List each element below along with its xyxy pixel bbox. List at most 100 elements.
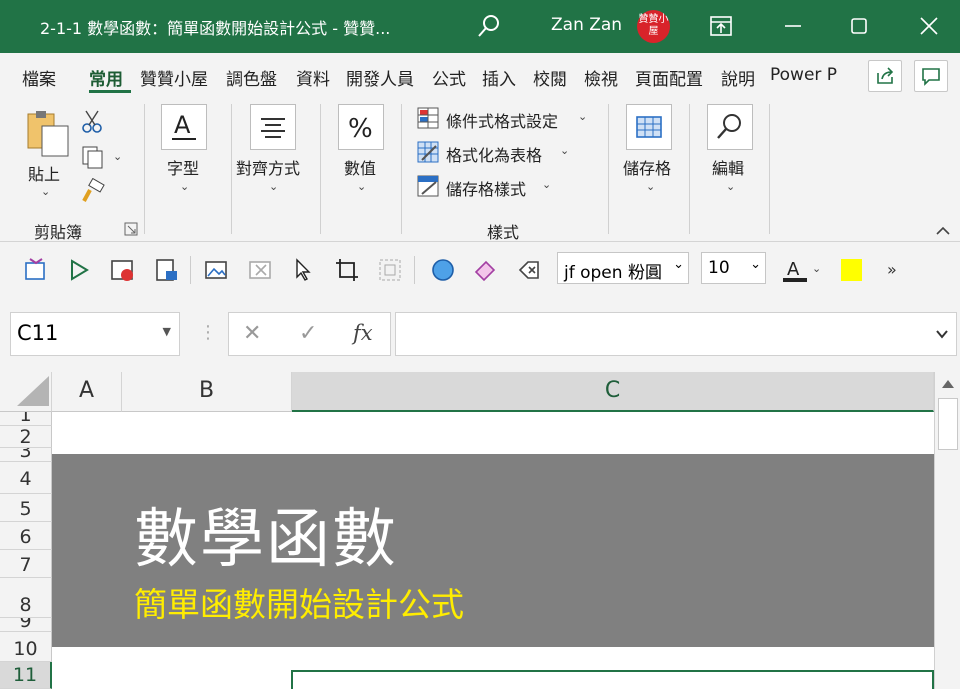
- column-header-b[interactable]: B: [122, 372, 292, 412]
- row-header-6[interactable]: 6: [0, 522, 52, 550]
- cancel-button[interactable]: ✕: [243, 321, 261, 346]
- row-header-4[interactable]: 4: [0, 462, 52, 494]
- vertical-scrollbar[interactable]: [934, 372, 960, 689]
- chevron-down-icon[interactable]: ⌄: [812, 262, 821, 275]
- scroll-up-icon[interactable]: [941, 378, 955, 390]
- collapse-ribbon-icon[interactable]: [934, 224, 952, 238]
- scroll-thumb[interactable]: [938, 398, 958, 450]
- conditional-format-icon[interactable]: [416, 106, 440, 130]
- ribbon-display-icon[interactable]: [708, 13, 734, 39]
- tab-review[interactable]: 校閱: [533, 65, 567, 90]
- number-button[interactable]: %: [338, 104, 384, 150]
- chevron-down-icon[interactable]: ⌄: [113, 150, 122, 163]
- highlight-color-swatch[interactable]: [841, 259, 862, 281]
- row-header-5[interactable]: 5: [0, 494, 52, 522]
- column-header-c[interactable]: C: [292, 372, 934, 412]
- row-header-11[interactable]: 11: [0, 662, 52, 689]
- tab-help[interactable]: 說明: [721, 65, 755, 90]
- cell-styles-button[interactable]: 儲存格樣式: [446, 176, 526, 200]
- select-objects-icon[interactable]: [290, 257, 316, 283]
- run-macro-icon[interactable]: [66, 257, 92, 283]
- tab-palette[interactable]: 調色盤: [226, 65, 277, 90]
- copy-icon[interactable]: [80, 144, 106, 170]
- minimize-icon[interactable]: [780, 13, 806, 39]
- row-header-9[interactable]: 9: [0, 618, 52, 632]
- tab-power[interactable]: Power P: [770, 65, 837, 85]
- conditional-format-button[interactable]: 條件式格式設定: [446, 108, 558, 132]
- paste-icon[interactable]: [24, 108, 72, 158]
- alignment-group-label[interactable]: 對齊方式: [236, 155, 300, 179]
- editing-group-label[interactable]: 編輯: [712, 155, 744, 179]
- tab-page-layout[interactable]: 頁面配置: [635, 65, 703, 90]
- formula-input[interactable]: [395, 312, 957, 356]
- font-button[interactable]: A: [161, 104, 207, 150]
- enter-button[interactable]: ✓: [299, 321, 317, 346]
- cut-icon[interactable]: [80, 108, 106, 134]
- font-color-icon[interactable]: A: [782, 257, 808, 283]
- tab-file[interactable]: 檔案: [22, 65, 56, 90]
- row-header-10[interactable]: 10: [0, 632, 52, 662]
- visual-basic-icon[interactable]: [22, 257, 48, 283]
- cell-styles-icon[interactable]: [416, 174, 440, 198]
- record-macro-icon[interactable]: [110, 257, 136, 283]
- close-icon[interactable]: [916, 13, 942, 39]
- picture-tools-icon[interactable]: [248, 257, 274, 283]
- insert-picture-icon[interactable]: [204, 257, 230, 283]
- tab-formulas[interactable]: 公式: [432, 65, 466, 90]
- group-separator: [689, 104, 690, 234]
- row-header-1[interactable]: 1: [0, 412, 52, 426]
- clear-format-icon[interactable]: [516, 257, 542, 283]
- tab-home[interactable]: 常用: [89, 65, 123, 90]
- tab-developer[interactable]: 開發人員: [346, 65, 414, 90]
- tab-view[interactable]: 檢視: [584, 65, 618, 90]
- format-painter-icon[interactable]: [80, 178, 106, 204]
- row-header-8[interactable]: 8: [0, 578, 52, 618]
- expand-formula-icon[interactable]: [934, 327, 950, 341]
- group-objects-icon[interactable]: [377, 257, 403, 283]
- circle-shape-icon[interactable]: [430, 257, 456, 283]
- macro-security-icon[interactable]: [154, 257, 180, 283]
- name-box[interactable]: C11 ▼: [10, 312, 180, 356]
- avatar[interactable]: 贊贊小屋: [637, 10, 670, 43]
- font-size-select[interactable]: 10 ⌄: [701, 252, 766, 284]
- column-header-a[interactable]: A: [52, 372, 122, 412]
- cells-button[interactable]: [626, 104, 672, 150]
- more-commands-button[interactable]: »: [887, 260, 897, 279]
- tab-insert[interactable]: 插入: [482, 65, 516, 90]
- chevron-down-icon[interactable]: ⌄: [726, 180, 735, 193]
- font-group-label[interactable]: 字型: [167, 155, 199, 179]
- format-table-button[interactable]: 格式化為表格: [446, 142, 542, 166]
- selected-cell-c11[interactable]: [291, 670, 934, 689]
- chevron-down-icon[interactable]: ⌄: [41, 185, 50, 198]
- insert-function-button[interactable]: fx: [353, 321, 373, 345]
- font-name-select[interactable]: jf open 粉圓 ⌄: [557, 252, 689, 284]
- chevron-down-icon[interactable]: ⌄: [560, 144, 569, 157]
- select-all-button[interactable]: [0, 372, 52, 412]
- chevron-down-icon[interactable]: ⌄: [269, 180, 278, 193]
- format-table-icon[interactable]: [416, 140, 440, 164]
- editing-button[interactable]: [707, 104, 753, 150]
- row-header-2[interactable]: 2: [0, 426, 52, 448]
- user-name[interactable]: Zan Zan: [551, 15, 622, 35]
- chevron-down-icon[interactable]: ⌄: [542, 178, 551, 191]
- alignment-button[interactable]: [250, 104, 296, 150]
- crop-icon[interactable]: [334, 257, 360, 283]
- row-header-3[interactable]: 3: [0, 448, 52, 462]
- dialog-launcher-icon[interactable]: [124, 222, 138, 236]
- row-header-7[interactable]: 7: [0, 550, 52, 578]
- search-icon[interactable]: [476, 13, 502, 39]
- eraser-icon[interactable]: [472, 257, 498, 283]
- maximize-icon[interactable]: [846, 13, 872, 39]
- cells-group-label[interactable]: 儲存格: [623, 155, 671, 179]
- formula-bar-grip-icon[interactable]: ⋮: [199, 322, 217, 343]
- chevron-down-icon[interactable]: ⌄: [646, 180, 655, 193]
- number-group-label[interactable]: 數值: [344, 155, 376, 179]
- chevron-down-icon[interactable]: ⌄: [578, 110, 587, 123]
- chevron-down-icon[interactable]: ⌄: [180, 180, 189, 193]
- comments-button[interactable]: [914, 60, 948, 92]
- chevron-down-icon[interactable]: ⌄: [357, 180, 366, 193]
- tab-zanzan[interactable]: 贊贊小屋: [140, 65, 208, 90]
- tab-data[interactable]: 資料: [296, 65, 330, 90]
- paste-label[interactable]: 貼上: [28, 161, 60, 185]
- share-button[interactable]: [868, 60, 902, 92]
